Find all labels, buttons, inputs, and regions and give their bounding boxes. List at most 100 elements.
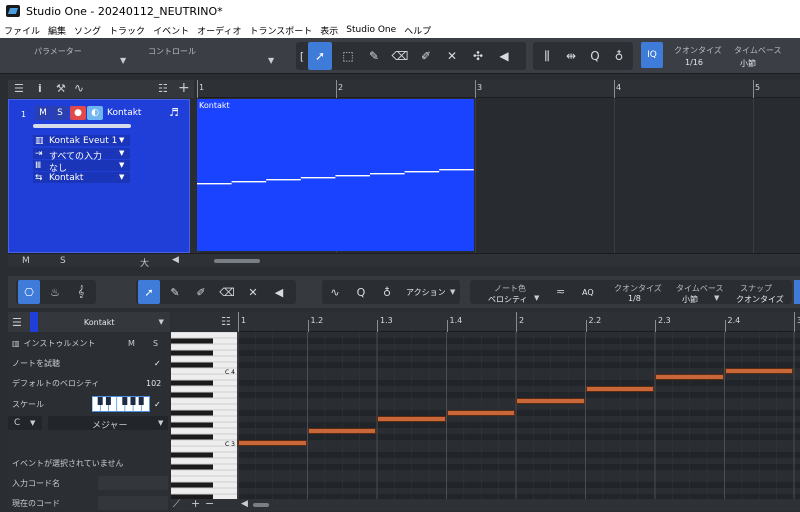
output-select[interactable]: ⇆ Kontakt ▼ xyxy=(33,172,130,183)
midi-note[interactable] xyxy=(516,398,585,404)
track-name[interactable]: Kontakt xyxy=(107,108,141,118)
editor-scrollbar[interactable] xyxy=(253,503,269,507)
metronome-icon[interactable]: ♁ xyxy=(607,42,631,70)
step-icon[interactable]: ∿ xyxy=(324,280,346,304)
instrument-select[interactable]: ▥ Kontak Eveut 1 ▼ xyxy=(33,135,130,146)
timebase-value[interactable]: 小節 xyxy=(740,58,756,69)
snap-value[interactable]: クオンタイズ xyxy=(736,294,784,305)
midi-note[interactable] xyxy=(585,386,654,392)
menu-audio[interactable]: オーディオ xyxy=(193,24,245,37)
range-tool-icon[interactable]: ⬚ xyxy=(336,42,360,70)
monitor-button[interactable]: ◐ xyxy=(87,106,103,120)
bend-tool-icon[interactable]: ✣ xyxy=(466,42,490,70)
horizontal-scrollbar[interactable] xyxy=(214,259,260,263)
inspector-mute-button[interactable]: M xyxy=(128,339,135,348)
menu-track[interactable]: トラック xyxy=(105,24,149,37)
automation-icon[interactable]: ∿ xyxy=(74,81,84,95)
control-dropdown-icon[interactable]: ▼ xyxy=(268,56,274,65)
parameter-dropdown-icon[interactable]: ▼ xyxy=(120,56,126,65)
note-color-value[interactable]: ベロシティ xyxy=(488,294,528,305)
ruler-bar-line xyxy=(753,80,754,98)
menu-song[interactable]: ソング xyxy=(70,24,105,37)
editor-arrow-icon[interactable]: ➚ xyxy=(138,280,160,304)
list-view-icon[interactable]: ☷ xyxy=(221,315,231,328)
editor-quantize-icon[interactable]: Q xyxy=(350,280,372,304)
record-button[interactable]: ● xyxy=(70,106,86,120)
piano-keyboard[interactable]: C 4 C 3 xyxy=(171,331,237,500)
inspector-track-row[interactable]: ☰ Kontakt ▼ xyxy=(8,312,170,332)
track-header[interactable]: 1 M S ● ◐ Kontakt ♬ ▥ Kontak Eveut 1 ▼ ⇥… xyxy=(8,99,190,253)
wrench-icon[interactable]: ⚒ xyxy=(56,82,66,95)
stretch-icon[interactable]: ⇹ xyxy=(559,42,583,70)
editor-quantize-value[interactable]: 1/8 xyxy=(628,294,641,303)
menu-file[interactable]: ファイル xyxy=(0,24,44,37)
size-label[interactable]: 大 xyxy=(140,256,149,269)
audition-checkbox[interactable]: ✓ xyxy=(154,359,161,368)
split-icon[interactable]: ⫼ xyxy=(535,42,559,70)
transform-icon[interactable]: ≂ xyxy=(556,285,565,298)
remove-lane-icon[interactable]: − xyxy=(205,497,214,510)
track-menu-icon[interactable]: ☷ xyxy=(158,82,168,95)
midi-note[interactable] xyxy=(307,428,376,434)
midi-note[interactable] xyxy=(655,374,724,380)
velocity-value[interactable]: 102 xyxy=(146,379,161,388)
status-m[interactable]: M xyxy=(22,256,30,266)
channel-select[interactable]: Ⅲ なし ▼ xyxy=(33,160,130,174)
velocity-lane-icon[interactable]: ⟋ xyxy=(173,499,180,510)
iq-button[interactable]: IQ xyxy=(641,42,663,68)
editor-metronome-icon[interactable]: ♁ xyxy=(376,280,398,304)
paint-tool-icon[interactable]: ✐ xyxy=(414,42,438,70)
menu-transport[interactable]: トランスポート xyxy=(245,24,316,37)
mute-button[interactable]: M xyxy=(35,106,51,120)
midi-note[interactable] xyxy=(724,368,793,374)
midi-note[interactable] xyxy=(446,410,515,416)
menu-help[interactable]: ヘルプ xyxy=(400,24,435,37)
editor-timebase-value[interactable]: 小節 xyxy=(682,294,698,305)
menu-edit[interactable]: 編集 xyxy=(44,24,70,37)
score-editor-icon[interactable]: 𝄞 xyxy=(70,280,92,304)
quantize-icon[interactable]: Q xyxy=(583,42,607,70)
add-track-icon[interactable]: + xyxy=(178,80,190,96)
drum-editor-icon[interactable]: ♨ xyxy=(44,280,66,304)
add-lane-icon[interactable]: + xyxy=(191,497,200,510)
editor-mute-icon[interactable]: ✕ xyxy=(242,280,264,304)
scroll-left-icon[interactable]: ◀ xyxy=(172,255,179,265)
status-s[interactable]: S xyxy=(60,256,66,266)
scale-keyboard[interactable] xyxy=(92,396,150,412)
editor-ruler[interactable]: 1 1.2 1.3 1.4 2 2.2 2.3 2.4 3 xyxy=(237,312,800,332)
note-editor-icon[interactable]: ⎔ xyxy=(18,280,40,304)
editor-pencil-icon[interactable]: ✎ xyxy=(164,280,186,304)
editor-paint-icon[interactable]: ✐ xyxy=(190,280,212,304)
key-select[interactable]: C ▼ xyxy=(8,416,42,430)
aq-label[interactable]: AQ xyxy=(582,288,594,297)
arrange-ruler[interactable]: 1 2 3 4 5 xyxy=(196,80,800,98)
midi-note[interactable] xyxy=(377,416,446,422)
listen-tool-icon[interactable]: ◀ xyxy=(492,42,516,70)
split-tool-icon[interactable]: ✎ xyxy=(362,42,386,70)
eraser-tool-icon[interactable]: ⌫ xyxy=(388,42,412,70)
midi-clip[interactable]: Kontakt xyxy=(197,99,474,251)
menu-studio-one[interactable]: Studio One xyxy=(342,25,400,35)
instrument-icon[interactable]: ♬ xyxy=(169,106,179,119)
solo-button[interactable]: S xyxy=(52,106,68,120)
input-select[interactable]: ⇥ すべての入力 ▼ xyxy=(33,148,130,162)
midi-note[interactable] xyxy=(238,440,307,446)
editor-eraser-icon[interactable]: ⌫ xyxy=(216,280,238,304)
scale-select[interactable]: メジャー ▼ xyxy=(48,416,168,431)
editor-listen-icon[interactable]: ◀ xyxy=(268,280,290,304)
piano-roll-grid[interactable] xyxy=(237,332,800,500)
action-label[interactable]: アクション xyxy=(406,287,446,298)
list-icon[interactable]: ☰ xyxy=(12,316,22,329)
inspector-solo-button[interactable]: S xyxy=(153,339,158,348)
menu-event[interactable]: イベント xyxy=(149,24,193,37)
editor-scroll-left-icon[interactable]: ◀ xyxy=(241,499,248,509)
volume-bar[interactable] xyxy=(33,124,131,128)
input-chord-field[interactable] xyxy=(98,476,168,490)
mute-tool-icon[interactable]: ✕ xyxy=(440,42,464,70)
quantize-value[interactable]: 1/16 xyxy=(685,58,703,67)
arrow-tool-icon[interactable]: ➚ xyxy=(308,42,332,70)
scale-checkbox[interactable]: ✓ xyxy=(154,400,161,409)
menu-view[interactable]: 表示 xyxy=(316,24,342,37)
list-icon[interactable]: ☰ xyxy=(14,82,24,95)
info-icon[interactable]: i xyxy=(38,82,42,95)
